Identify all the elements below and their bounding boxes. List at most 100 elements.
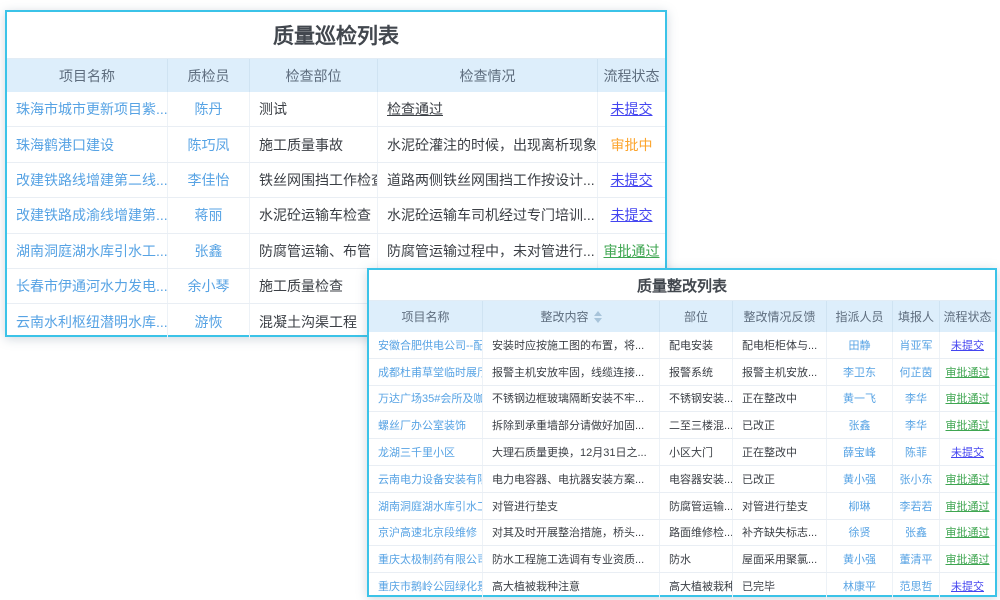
project-link[interactable]: 湖南洞庭湖水库引水工程施工标 — [369, 493, 483, 519]
column-header-项目名称: 项目名称 — [7, 59, 168, 92]
status-link[interactable]: 审批中 — [598, 127, 665, 161]
column-header-label: 部位 — [684, 308, 708, 325]
project-link[interactable]: 安徽合肥供电公司--配电设备... — [369, 332, 483, 358]
table-row: 万达广场35#会所及咖啡厅空...不锈钢边框玻璃隔断安装不牢...不锈钢安装..… — [369, 386, 995, 413]
content-cell: 高大植被栽种注意 — [483, 573, 660, 599]
part-cell: 铁丝网围挡工作检查 — [250, 163, 378, 197]
status-link[interactable]: 审批通过 — [940, 546, 995, 572]
project-link[interactable]: 螺丝厂办公室装饰 — [369, 412, 483, 438]
project-link[interactable]: 长春市伊通河水力发电... — [7, 269, 168, 303]
project-link[interactable]: 成都杜甫草堂临时展厅独立展... — [369, 359, 483, 385]
content-cell: 对管进行垫支 — [483, 493, 660, 519]
reporter-link[interactable]: 张鑫 — [893, 520, 940, 546]
content-cell: 安装时应按施工图的布置，将... — [483, 332, 660, 358]
project-link[interactable]: 云南水利枢纽潜明水库... — [7, 304, 168, 338]
status-link[interactable]: 未提交 — [598, 198, 665, 232]
column-header-填报人: 填报人 — [893, 301, 940, 332]
column-header-label: 流程状态 — [604, 66, 660, 86]
assignee-link[interactable]: 田静 — [827, 332, 893, 358]
project-link[interactable]: 改建铁路成渝线增建第... — [7, 198, 168, 232]
reporter-link[interactable]: 董清平 — [893, 546, 940, 572]
reporter-link[interactable]: 李华 — [893, 386, 940, 412]
table-row: 珠海鹤港口建设陈巧凤施工质量事故水泥砼灌注的时候，出现离析现象审批中 — [7, 127, 665, 162]
assignee-link[interactable]: 张鑫 — [827, 412, 893, 438]
inspector-link[interactable]: 李佳怡 — [168, 163, 250, 197]
part-cell: 施工质量事故 — [250, 127, 378, 161]
inspection-table-header: 项目名称质检员检查部位检查情况流程状态 — [7, 58, 665, 92]
assignee-link[interactable]: 徐贤 — [827, 520, 893, 546]
inspector-link[interactable]: 余小琴 — [168, 269, 250, 303]
status-link[interactable]: 审批通过 — [940, 359, 995, 385]
sort-icon[interactable] — [594, 311, 602, 323]
inspector-link[interactable]: 陈丹 — [168, 92, 250, 126]
part-cell: 不锈钢安装... — [660, 386, 733, 412]
content-cell: 报警主机安放牢固，线缆连接... — [483, 359, 660, 385]
status-link[interactable]: 审批通过 — [598, 234, 665, 268]
assignee-link[interactable]: 黄一飞 — [827, 386, 893, 412]
assignee-link[interactable]: 林康平 — [827, 573, 893, 599]
status-link[interactable]: 未提交 — [598, 163, 665, 197]
status-link[interactable]: 未提交 — [940, 332, 995, 358]
column-header-label: 检查情况 — [460, 66, 516, 86]
project-link[interactable]: 京沪高速北京段维修 — [369, 520, 483, 546]
part-cell: 施工质量检查 — [250, 269, 378, 303]
project-link[interactable]: 万达广场35#会所及咖啡厅空... — [369, 386, 483, 412]
part-cell: 路面维修检... — [660, 520, 733, 546]
reporter-link[interactable]: 李若若 — [893, 493, 940, 519]
reporter-link[interactable]: 张小东 — [893, 466, 940, 492]
part-cell: 水泥砼运输车检查 — [250, 198, 378, 232]
part-cell: 测试 — [250, 92, 378, 126]
project-link[interactable]: 珠海鹤港口建设 — [7, 127, 168, 161]
column-header-指派人员: 指派人员 — [827, 301, 893, 332]
reporter-link[interactable]: 范思哲 — [893, 573, 940, 599]
status-link[interactable]: 审批通过 — [940, 412, 995, 438]
reporter-link[interactable]: 肖亚军 — [893, 332, 940, 358]
project-link[interactable]: 云南电力设备安装有限公司20... — [369, 466, 483, 492]
table-row: 重庆太极制药有限公司亳州中...防水工程施工选调有专业资质...防水屋面采用聚氯… — [369, 546, 995, 573]
inspector-link[interactable]: 蒋丽 — [168, 198, 250, 232]
table-row: 云南电力设备安装有限公司20...电力电容器、电抗器安装方案...电容器安装..… — [369, 466, 995, 493]
assignee-link[interactable]: 黄小强 — [827, 466, 893, 492]
column-header-检查部位: 检查部位 — [250, 59, 378, 92]
status-link[interactable]: 审批通过 — [940, 466, 995, 492]
project-link[interactable]: 改建铁路线增建第二线... — [7, 163, 168, 197]
status-link[interactable]: 未提交 — [598, 92, 665, 126]
table-row: 湖南洞庭湖水库引水工...张鑫防腐管运输、布管防腐管运输过程中，未对管进行...… — [7, 234, 665, 269]
project-link[interactable]: 珠海市城市更新项目紫... — [7, 92, 168, 126]
project-link[interactable]: 重庆太极制药有限公司亳州中... — [369, 546, 483, 572]
rectify-table-body: 安徽合肥供电公司--配电设备...安装时应按施工图的布置，将...配电安装配电柜… — [369, 332, 995, 599]
feedback-cell: 屋面采用聚氯... — [733, 546, 827, 572]
project-link[interactable]: 龙湖三千里小区 — [369, 439, 483, 465]
status-link[interactable]: 审批通过 — [940, 386, 995, 412]
project-link[interactable]: 重庆市鹅岭公园绿化景观提升... — [369, 573, 483, 599]
assignee-link[interactable]: 黄小强 — [827, 546, 893, 572]
reporter-link[interactable]: 陈菲 — [893, 439, 940, 465]
status-link[interactable]: 未提交 — [940, 573, 995, 599]
column-header-项目名称: 项目名称 — [369, 301, 483, 332]
reporter-link[interactable]: 李华 — [893, 412, 940, 438]
status-link[interactable]: 未提交 — [940, 439, 995, 465]
rectify-table-header: 项目名称整改内容部位整改情况反馈指派人员填报人流程状态 — [369, 300, 995, 332]
table-row: 京沪高速北京段维修对其及时开展整治措施，桥头...路面维修检...补齐缺失标志.… — [369, 520, 995, 547]
column-header-label: 指派人员 — [835, 308, 883, 325]
project-link[interactable]: 湖南洞庭湖水库引水工... — [7, 234, 168, 268]
table-row: 改建铁路线增建第二线...李佳怡铁丝网围挡工作检查道路两侧铁丝网围挡工作按设计.… — [7, 163, 665, 198]
part-cell: 小区大门 — [660, 439, 733, 465]
inspector-link[interactable]: 游恢 — [168, 304, 250, 338]
assignee-link[interactable]: 柳琳 — [827, 493, 893, 519]
status-link[interactable]: 审批通过 — [940, 493, 995, 519]
inspector-link[interactable]: 陈巧凤 — [168, 127, 250, 161]
content-cell: 对其及时开展整治措施，桥头... — [483, 520, 660, 546]
column-header-流程状态: 流程状态 — [598, 59, 665, 92]
table-row: 龙湖三千里小区大理石质量更换，12月31日之...小区大门正在整改中薛宝峰陈菲未… — [369, 439, 995, 466]
status-link[interactable]: 审批通过 — [940, 520, 995, 546]
inspector-link[interactable]: 张鑫 — [168, 234, 250, 268]
feedback-cell: 正在整改中 — [733, 439, 827, 465]
assignee-link[interactable]: 李卫东 — [827, 359, 893, 385]
reporter-link[interactable]: 何芷茵 — [893, 359, 940, 385]
part-cell: 高大植被栽种 — [660, 573, 733, 599]
table-row: 重庆市鹅岭公园绿化景观提升...高大植被栽种注意高大植被栽种已完毕林康平范思哲未… — [369, 573, 995, 599]
column-header-整改内容[interactable]: 整改内容 — [483, 301, 660, 332]
assignee-link[interactable]: 薛宝峰 — [827, 439, 893, 465]
situation-cell: 水泥砼运输车司机经过专门培训... — [378, 198, 598, 232]
